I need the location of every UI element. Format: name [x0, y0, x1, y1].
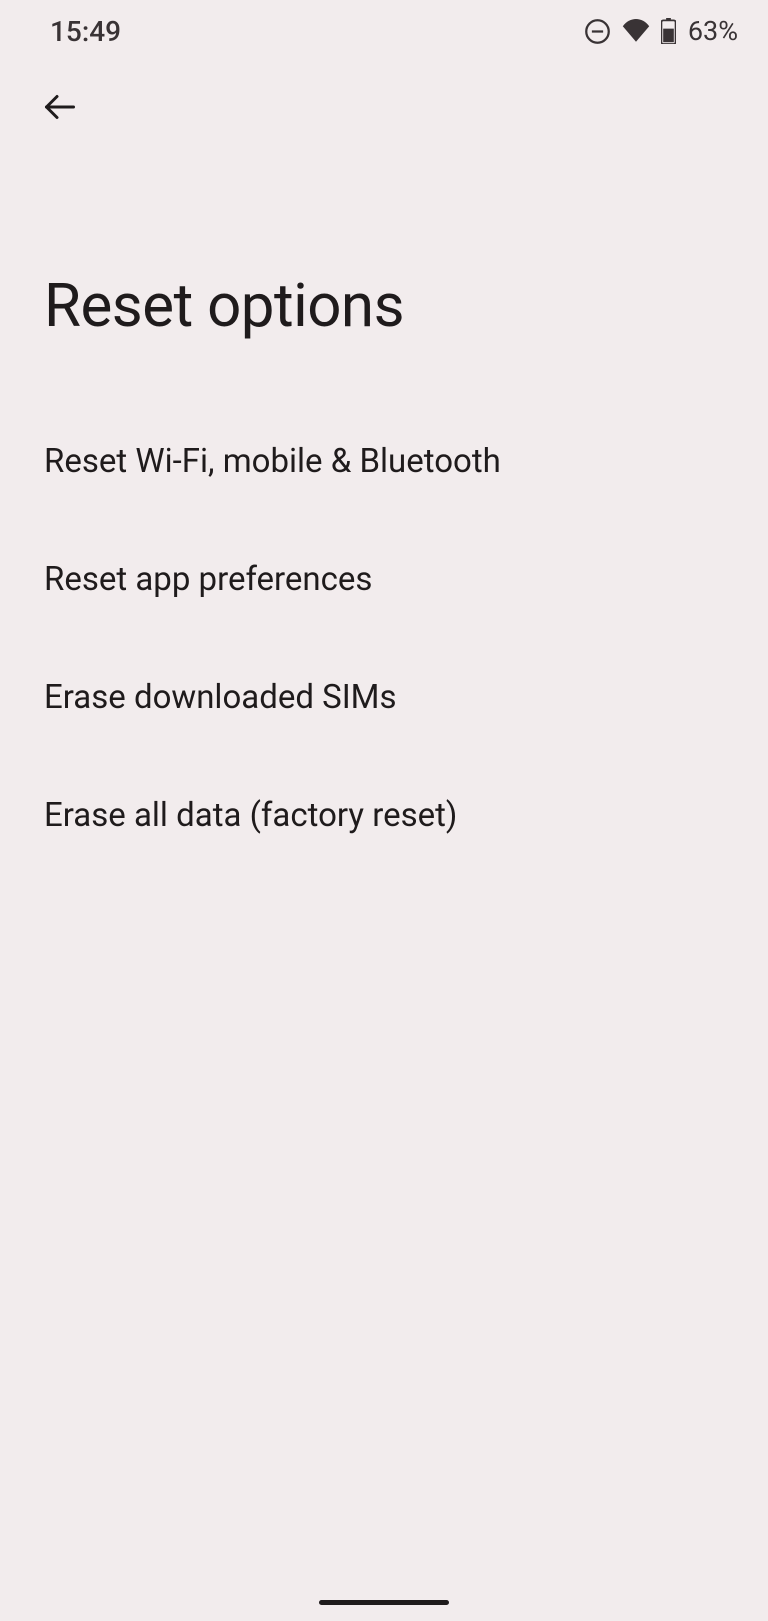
option-reset-wifi-mobile-bluetooth[interactable]: Reset Wi-Fi, mobile & Bluetooth — [0, 403, 768, 521]
option-label: Erase all data (factory reset) — [44, 796, 457, 835]
option-label: Erase downloaded SIMs — [44, 678, 397, 717]
option-erase-all-data-factory-reset[interactable]: Erase all data (factory reset) — [0, 757, 768, 875]
arrow-back-icon — [42, 89, 78, 129]
page-title: Reset options — [0, 145, 768, 341]
options-list: Reset Wi-Fi, mobile & Bluetooth Reset ap… — [0, 341, 768, 875]
navigation-bar-handle[interactable] — [319, 1600, 449, 1605]
option-label: Reset Wi-Fi, mobile & Bluetooth — [44, 442, 501, 481]
battery-icon — [661, 18, 676, 44]
do-not-disturb-icon — [584, 18, 611, 45]
option-reset-app-preferences[interactable]: Reset app preferences — [0, 521, 768, 639]
status-time: 15:49 — [50, 15, 121, 48]
status-icons-right: 63% — [584, 15, 738, 47]
app-bar — [0, 50, 768, 145]
back-button[interactable] — [36, 85, 84, 133]
option-erase-downloaded-sims[interactable]: Erase downloaded SIMs — [0, 639, 768, 757]
wifi-icon — [621, 19, 651, 43]
option-label: Reset app preferences — [44, 560, 372, 599]
status-bar: 15:49 63% — [0, 0, 768, 50]
battery-percent: 63% — [688, 15, 738, 47]
